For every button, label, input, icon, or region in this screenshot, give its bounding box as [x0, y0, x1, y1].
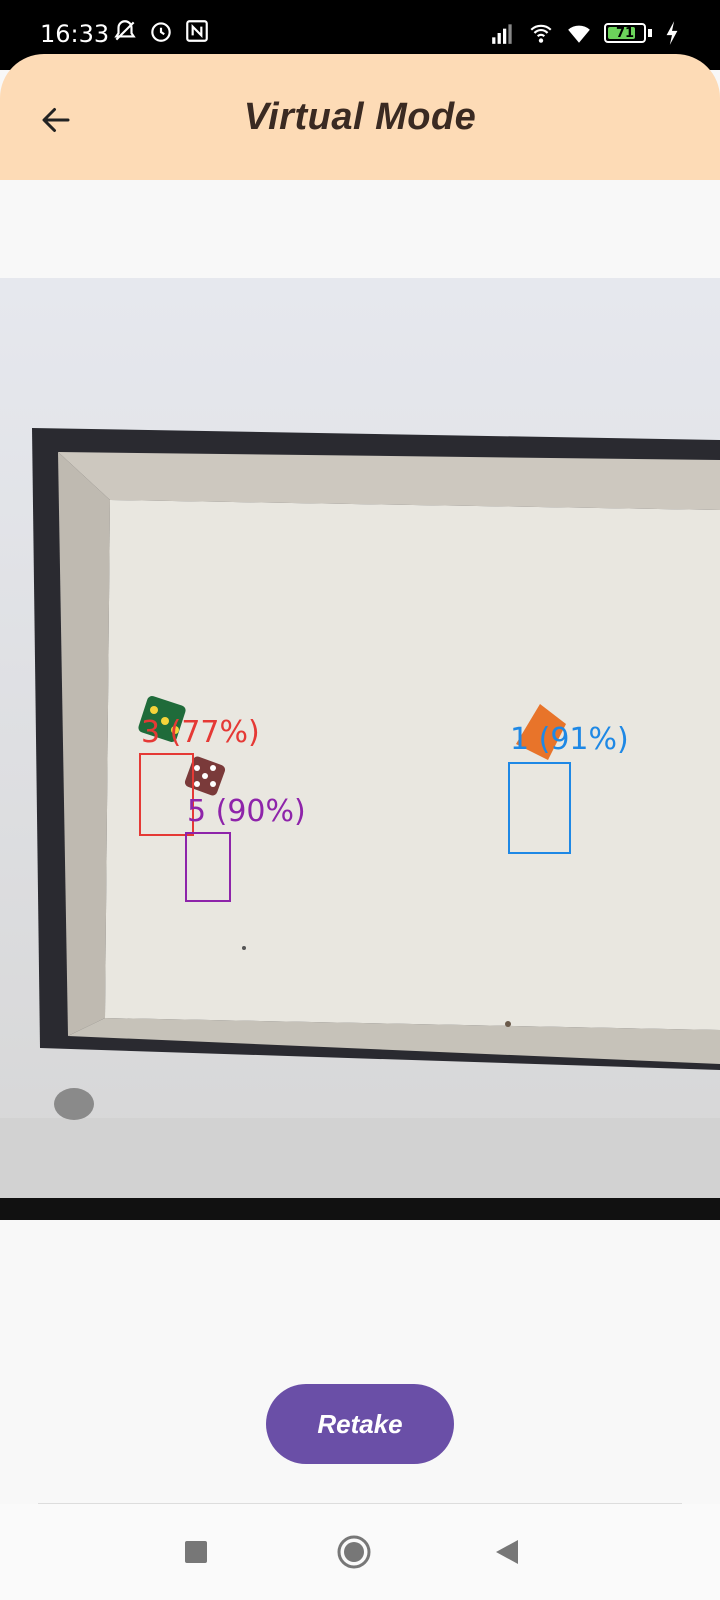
detection-box — [139, 753, 194, 836]
recents-button[interactable] — [184, 1540, 208, 1569]
system-nav-bar — [0, 1504, 720, 1600]
captured-photo: 3 (77%) 5 (90%) 1 (91%) — [0, 278, 720, 1220]
battery-level: 71 — [615, 25, 635, 41]
signal-icon — [492, 24, 512, 44]
wifi-icon — [568, 25, 590, 43]
alarm-icon — [151, 22, 171, 42]
status-time: 16:33 — [40, 20, 110, 48]
home-circle-icon — [337, 1535, 371, 1569]
detection-box — [508, 762, 571, 854]
charging-icon — [666, 21, 678, 45]
page-title: Virtual Mode — [243, 96, 477, 138]
mute-alarm-icon — [114, 20, 136, 41]
detection-label: 3 (77%) — [141, 715, 260, 750]
recents-square-icon — [185, 1541, 207, 1563]
app-header: Virtual Mode — [0, 54, 720, 180]
hotspot-icon — [530, 24, 552, 43]
home-button[interactable] — [336, 1534, 372, 1575]
detection-label: 1 (91%) — [510, 722, 629, 757]
battery-icon: 71 — [604, 23, 646, 43]
retake-button[interactable]: Retake — [266, 1384, 454, 1464]
detection-label: 5 (90%) — [187, 794, 306, 829]
back-triangle-icon — [496, 1540, 518, 1564]
back-nav-button[interactable] — [494, 1538, 520, 1571]
detection-box — [185, 832, 231, 902]
nfc-icon — [186, 20, 208, 42]
